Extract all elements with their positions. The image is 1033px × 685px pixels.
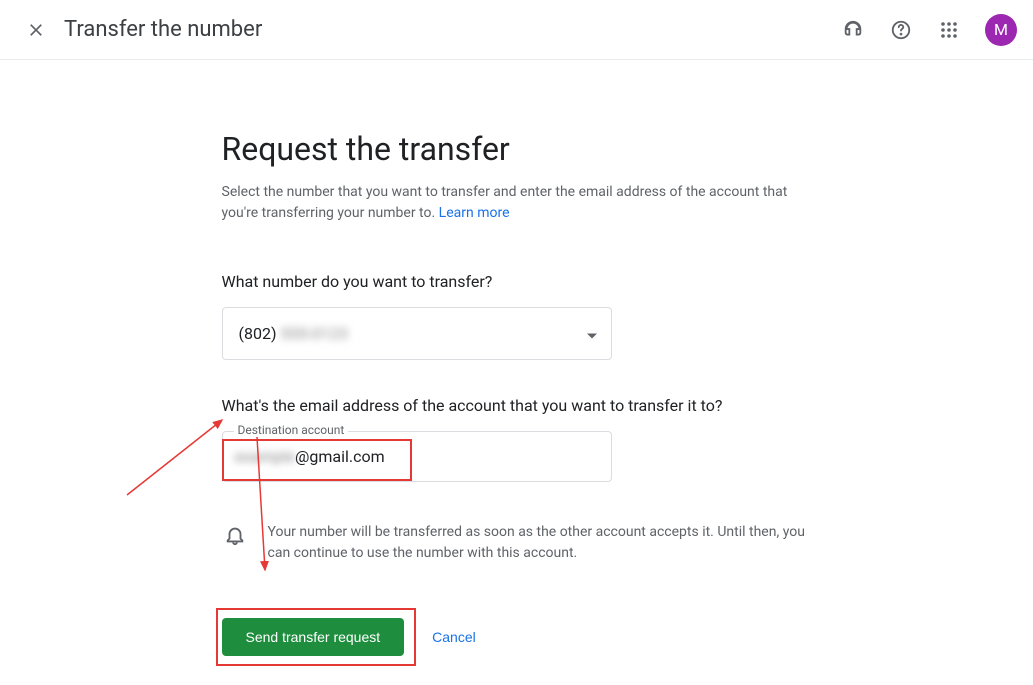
number-prefix: (802): [239, 324, 277, 343]
destination-input[interactable]: example@gmail.com: [222, 431, 612, 482]
destination-label: Destination account: [234, 423, 349, 437]
close-button[interactable]: [16, 10, 56, 50]
avatar[interactable]: M: [985, 14, 1017, 46]
headset-button[interactable]: [833, 10, 873, 50]
main-heading: Request the transfer: [222, 130, 812, 168]
email-suffix: @gmail.com: [295, 447, 385, 466]
number-rest: 555-0123: [281, 324, 348, 343]
cancel-button[interactable]: Cancel: [424, 618, 484, 656]
info-text: Your number will be transferred as soon …: [268, 522, 812, 564]
description: Select the number that you want to trans…: [222, 182, 812, 224]
help-icon: [890, 19, 912, 41]
close-icon: [26, 20, 46, 40]
email-question: What's the email address of the account …: [222, 396, 812, 415]
headset-icon: [842, 19, 864, 41]
email-prefix: example: [235, 447, 296, 466]
number-question: What number do you want to transfer?: [222, 272, 812, 291]
page-title: Transfer the number: [64, 17, 833, 42]
chevron-down-icon: [587, 324, 597, 343]
apps-button[interactable]: [929, 10, 969, 50]
number-select[interactable]: (802) 555-0123: [222, 307, 612, 360]
help-button[interactable]: [881, 10, 921, 50]
bell-icon: [224, 522, 246, 564]
apps-icon: [940, 21, 958, 39]
send-transfer-button[interactable]: Send transfer request: [222, 618, 405, 656]
learn-more-link[interactable]: Learn more: [439, 205, 510, 221]
